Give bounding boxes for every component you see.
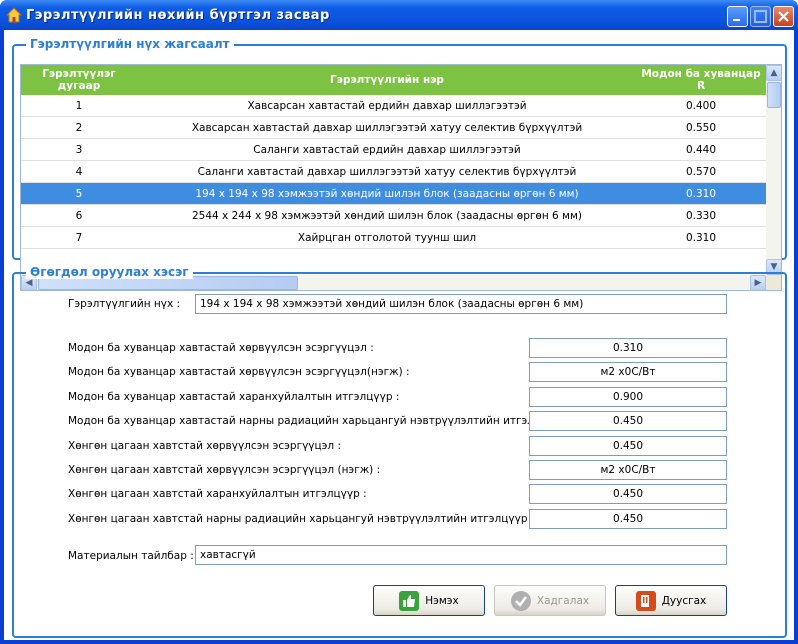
table-row[interactable]: 6 2544 x 244 x 98 хэмжээтэй хөндий шилэн … bbox=[21, 205, 766, 227]
table-row[interactable]: 2 Хавсарсан хавтастай давхар шиллэгээтэй … bbox=[21, 117, 766, 139]
window-title: Гэрэлтүүлгийн нөхийн бүртгэл засвар bbox=[26, 8, 330, 23]
vertical-scroll-thumb[interactable] bbox=[767, 82, 781, 108]
cell-id: 7 bbox=[75, 232, 83, 244]
cell-id: 3 bbox=[75, 144, 83, 156]
cell-id: 4 bbox=[75, 166, 83, 178]
cell-id: 6 bbox=[75, 210, 83, 222]
finish-button-label: Дуусгах bbox=[661, 594, 707, 607]
cell-r-value: 0.310 bbox=[685, 232, 717, 244]
cell-r-value: 0.550 bbox=[685, 122, 717, 134]
window-list-grid[interactable]: Гэрэлтүүлэг дугаар Гэрэлтүүлгийн нэр Мод… bbox=[20, 64, 782, 291]
add-button-label: Нэмэх bbox=[425, 594, 459, 607]
add-icon bbox=[399, 590, 420, 611]
save-button-label: Хадгалах bbox=[536, 594, 590, 607]
add-button[interactable]: Нэмэх bbox=[373, 585, 485, 616]
property-label: Модон ба хуванцар хавтастай хөрвүүлсэн э… bbox=[68, 366, 410, 379]
app-window: Гэрэлтүүлгийн нөхийн бүртгэл засвар Гэрэ… bbox=[0, 0, 798, 644]
property-label: Хөнгөн цагаан хавтстай хөрвүүлсэн эсэргү… bbox=[68, 464, 381, 476]
close-button[interactable] bbox=[773, 6, 794, 27]
property-label: Модон ба хуванцар хавтастай харанхуйлалт… bbox=[68, 390, 400, 403]
column-header-id[interactable]: Гэрэлтүүлэг дугаар bbox=[21, 65, 137, 95]
property-label: Модон ба хуванцар хавтастай хөрвүүлсэн э… bbox=[68, 342, 374, 354]
cell-r-value: 0.440 bbox=[685, 144, 717, 156]
cell-name: Хавсарсан хавтастай давхар шиллэгээтэй х… bbox=[191, 122, 583, 134]
input-group-legend: Өгөгдөл оруулах хэсэг bbox=[26, 265, 193, 279]
grid-header: Гэрэлтүүлэг дугаар Гэрэлтүүлгийн нэр Мод… bbox=[21, 65, 766, 95]
finish-button[interactable]: Дуусгах bbox=[615, 585, 727, 616]
maximize-button[interactable] bbox=[750, 6, 771, 27]
table-row[interactable]: 4 Саланги хавтастай давхар шиллэгээтэй ха… bbox=[21, 161, 766, 183]
cell-name: Саланги хавтастай ердийн давхар шиллэгээ… bbox=[253, 144, 521, 156]
table-row[interactable]: 1 Хавсарсан хавтастай ердийн давхар шиллэ… bbox=[21, 95, 766, 117]
cell-r-value: 0.400 bbox=[685, 100, 717, 112]
property-input[interactable]: 0.450 bbox=[529, 508, 727, 529]
table-row[interactable]: 7 Хайрцган отголотой туунш шил 0.310 bbox=[21, 227, 766, 249]
scroll-up-icon[interactable]: ▲ bbox=[766, 65, 781, 81]
check-icon bbox=[510, 590, 531, 611]
maximize-icon bbox=[754, 10, 767, 23]
cell-name: 2544 x 244 x 98 хэмжээтэй хөндий шилэн б… bbox=[191, 210, 582, 222]
save-button[interactable]: Хадгалах bbox=[494, 585, 606, 616]
minimize-icon bbox=[733, 19, 740, 21]
property-input[interactable]: 0.450 bbox=[529, 484, 727, 505]
cell-name: Хавсарсан хавтастай ердийн давхар шиллэг… bbox=[247, 100, 527, 112]
property-input[interactable]: м2 х0С/Вт bbox=[529, 362, 727, 383]
cell-r-value: 0.310 bbox=[685, 188, 717, 200]
cell-id: 2 bbox=[75, 122, 83, 134]
table-row[interactable]: 3 Саланги хавтастай ердийн давхар шиллэгэ… bbox=[21, 139, 766, 161]
column-header-name[interactable]: Гэрэлтүүлгийн нэр bbox=[137, 65, 637, 95]
property-input[interactable]: 0.450 bbox=[529, 435, 727, 456]
cell-id: 5 bbox=[75, 188, 83, 200]
minimize-button[interactable] bbox=[727, 6, 748, 27]
property-label: Хөнгөн цагаан хавтстай нарны радиацийн х… bbox=[68, 512, 535, 525]
client-area: Гэрэлтүүлгийн нүх жагсаалт Гэрэлтүүлэг д… bbox=[4, 30, 794, 640]
title-bar[interactable]: Гэрэлтүүлгийн нөхийн бүртгэл засвар bbox=[0, 0, 798, 30]
property-input[interactable]: 0.900 bbox=[529, 386, 727, 407]
property-input[interactable]: 0.450 bbox=[529, 411, 727, 432]
list-group-legend: Гэрэлтүүлгийн нүх жагсаалт bbox=[26, 37, 234, 51]
window-name-input[interactable]: 194 x 194 x 98 хэмжээтэй хөндий шилэн бл… bbox=[195, 294, 727, 314]
exit-icon bbox=[635, 590, 656, 611]
vertical-scrollbar[interactable]: ▲ ▼ bbox=[766, 65, 781, 275]
cell-r-value: 0.570 bbox=[685, 166, 717, 178]
home-icon bbox=[6, 7, 22, 23]
cell-id: 1 bbox=[75, 100, 83, 112]
property-label: Хөнгөн цагаан хавтстай хөрвүүлсэн эсэргү… bbox=[68, 439, 342, 452]
property-label: Модон ба хуванцар хавтастай нарны радиац… bbox=[68, 415, 568, 428]
column-header-r[interactable]: Модон ба хуванцар R bbox=[637, 65, 765, 95]
cell-name: Саланги хавтастай давхар шиллэгээтэй хат… bbox=[197, 166, 577, 178]
table-row[interactable]: 5 194 x 194 x 98 хэмжээтэй хөндий шилэн б… bbox=[21, 183, 766, 205]
material-label: Материалын тайлбар : bbox=[68, 550, 194, 562]
cell-name: Хайрцган отголотой туунш шил bbox=[297, 232, 477, 244]
property-label: Хөнгөн цагаан хавтстай харанхуйлалтын ит… bbox=[68, 488, 367, 501]
close-icon bbox=[778, 11, 789, 22]
cell-name: 194 x 194 x 98 хэмжээтэй хөндий шилэн бл… bbox=[195, 188, 579, 200]
property-input[interactable]: 0.310 bbox=[529, 338, 727, 358]
material-description-input[interactable]: хавтасгүй bbox=[195, 545, 727, 565]
cell-r-value: 0.330 bbox=[685, 210, 717, 222]
property-input[interactable]: м2 х0С/Вт bbox=[529, 460, 727, 480]
window-name-label: Гэрэлтүүлгийн нүх : bbox=[68, 298, 181, 310]
